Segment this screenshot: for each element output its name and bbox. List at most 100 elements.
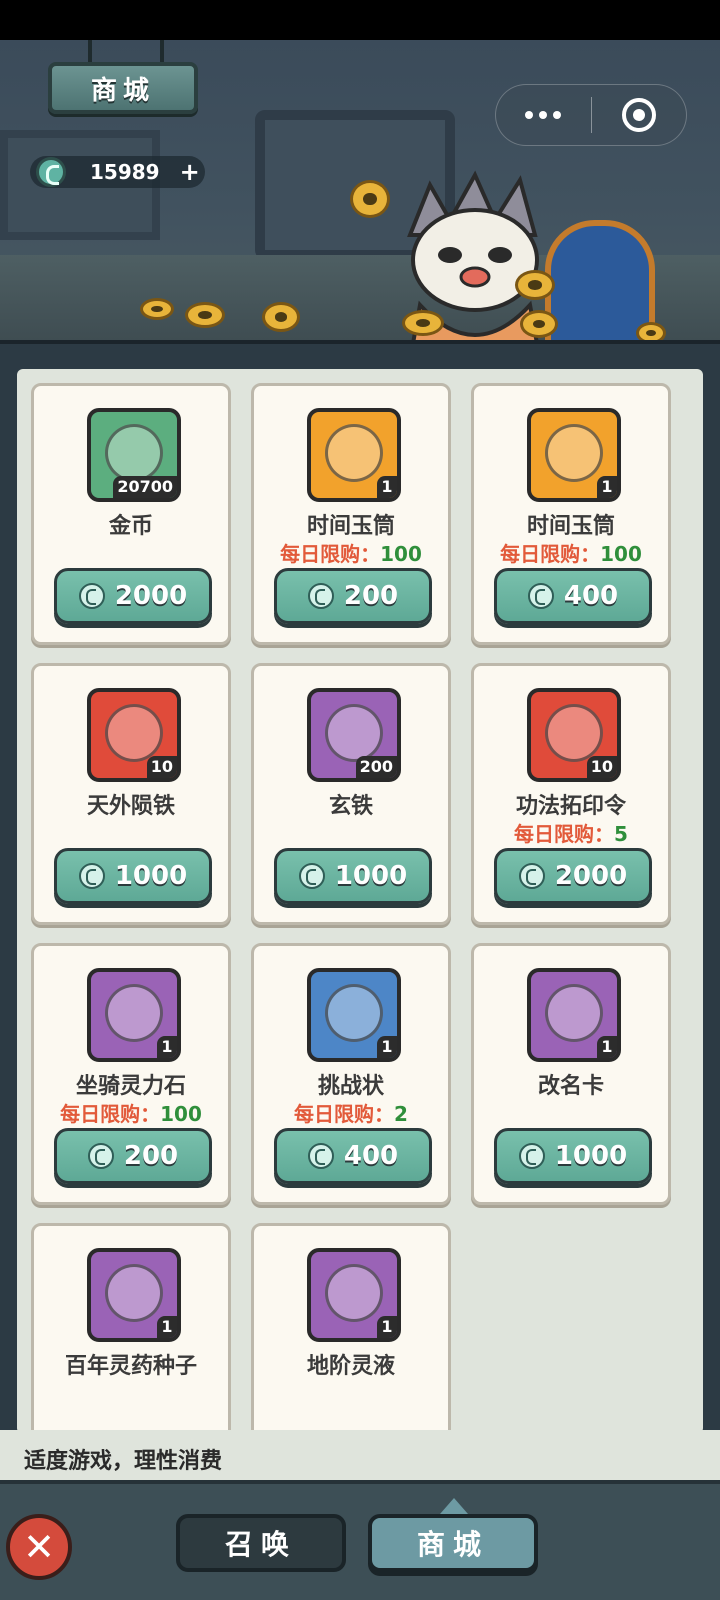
- herb-seed-icon: 1: [87, 1248, 181, 1342]
- shop-item-card[interactable]: 1 时间玉筒每日限购：100 200: [251, 383, 451, 645]
- jade-currency-icon: [78, 863, 105, 889]
- jade-currency-icon: [518, 863, 545, 889]
- elixir-bottle-icon: 1: [307, 1248, 401, 1342]
- daily-limit: 每日限购：5: [474, 818, 668, 847]
- shop-item-card[interactable]: 1 地阶灵液: [251, 1223, 451, 1434]
- buy-button[interactable]: 200: [274, 568, 432, 624]
- buy-price: 400: [563, 581, 619, 611]
- item-quantity: 10: [146, 756, 177, 778]
- shop-item-card[interactable]: 200 玄铁 1000: [251, 663, 451, 925]
- buy-button[interactable]: 2000: [494, 848, 652, 904]
- jade-currency-icon: [518, 1143, 545, 1169]
- item-name: 时间玉筒: [306, 514, 395, 539]
- buy-price: 1000: [114, 861, 188, 891]
- daily-limit-label: 每日限购：: [294, 1102, 395, 1126]
- daily-limit-label: 每日限购：: [280, 542, 381, 566]
- gold-coin-icon: 20700: [87, 408, 181, 502]
- jade-hourglass-icon: 1: [307, 408, 401, 502]
- jade-currency-icon: [527, 583, 554, 609]
- buy-price: 1000: [334, 861, 408, 891]
- buy-button[interactable]: 2000: [54, 568, 212, 624]
- daily-limit-label: 每日限购：: [60, 1102, 161, 1126]
- item-name: 改名卡: [537, 1074, 604, 1099]
- shop-item-card[interactable]: 1 百年灵药种子: [31, 1223, 231, 1434]
- shop-panel: 20700 金币 2000 1 时间玉筒 每日限购：100 200 1 时间玉筒 每日限购：100…: [0, 340, 720, 1480]
- coin-icon: [350, 180, 390, 218]
- currency-amount: 15989: [90, 160, 160, 184]
- notice-text: 适度游戏，理性消费: [20, 1443, 227, 1475]
- currency-display: 15989 +: [30, 156, 205, 188]
- item-name: 时间玉筒: [526, 514, 615, 539]
- item-name: 玄铁: [328, 794, 373, 819]
- sign-rope: [88, 40, 92, 64]
- jade-currency-icon: [78, 583, 105, 609]
- treasure-chest-icon: [545, 220, 655, 340]
- item-quantity: 1: [377, 476, 397, 498]
- shop-item-card[interactable]: 10 天外陨铁 1000: [31, 663, 231, 925]
- coin-icon: [140, 298, 174, 320]
- buy-button[interactable]: 200: [54, 1128, 212, 1184]
- shop-item-card[interactable]: 10 功法拓印令 每日限购：5 2000: [471, 663, 671, 925]
- jade-currency-icon: [36, 157, 66, 187]
- buy-button[interactable]: 1000: [494, 1128, 652, 1184]
- mini-program-capsule: [495, 84, 687, 146]
- item-quantity: 1: [597, 476, 617, 498]
- close-button[interactable]: ✕: [6, 1514, 72, 1580]
- buy-button[interactable]: 1000: [54, 848, 212, 904]
- tab-summon[interactable]: 召唤: [176, 1514, 346, 1572]
- item-name: 金币: [108, 514, 153, 539]
- daily-limit-value: 100: [600, 542, 642, 566]
- daily-limit-label: 每日限购：: [514, 822, 615, 846]
- shop-item-card[interactable]: 1 时间玉筒 每日限购：100 400: [471, 383, 671, 645]
- coin-icon: [520, 310, 558, 338]
- more-dots-icon[interactable]: [496, 111, 591, 119]
- buy-price: 2000: [554, 861, 628, 891]
- shop-item-card[interactable]: 1 挑战状 每日限购：2 400: [251, 943, 451, 1205]
- daily-limit-value: 100: [380, 542, 422, 566]
- daily-limit: 每日限购：100: [474, 538, 668, 567]
- coin-icon: [636, 322, 666, 340]
- buy-button[interactable]: 1000: [274, 848, 432, 904]
- item-name: 坐骑灵力石: [75, 1074, 186, 1099]
- daily-limit-value: 100: [160, 1102, 202, 1126]
- bottom-nav: ✕ 召唤 商城: [0, 1480, 720, 1600]
- buy-price: 400: [343, 1141, 399, 1171]
- jade-currency-icon: [307, 1143, 334, 1169]
- shop-grid[interactable]: 20700 金币 2000 1 时间玉筒 每日限购：100 200 1 时间玉筒 每日限购：100…: [17, 369, 703, 1434]
- page-title: 商城: [48, 62, 198, 114]
- iron-ingot-icon: 200: [307, 688, 401, 782]
- coin-icon: [262, 302, 300, 332]
- shop-item-card[interactable]: 1 坐骑灵力石 每日限购：100 200: [31, 943, 231, 1205]
- item-quantity: 20700: [113, 476, 177, 498]
- shop-item-card[interactable]: 20700 金币 2000: [31, 383, 231, 645]
- item-name: 天外陨铁: [86, 794, 175, 819]
- buy-price: 200: [123, 1141, 179, 1171]
- item-quantity: 1: [377, 1036, 397, 1058]
- item-quantity: 1: [597, 1036, 617, 1058]
- buy-button[interactable]: 400: [494, 568, 652, 624]
- item-quantity: 1: [157, 1316, 177, 1338]
- meteorite-icon: 10: [87, 688, 181, 782]
- daily-limit-label: 每日限购：: [500, 542, 601, 566]
- buy-button[interactable]: 400: [274, 1128, 432, 1184]
- coin-icon: [402, 310, 444, 336]
- item-quantity: 1: [377, 1316, 397, 1338]
- jade-currency-icon: [87, 1143, 114, 1169]
- jade-hourglass-icon: 1: [527, 408, 621, 502]
- jade-currency-icon: [298, 863, 325, 889]
- status-bar: [0, 0, 720, 40]
- daily-limit-value: 5: [614, 822, 628, 846]
- buy-price: 1000: [554, 1141, 628, 1171]
- item-name: 地阶灵液: [306, 1354, 395, 1379]
- buy-price: 200: [343, 581, 399, 611]
- daily-limit: 每日限购：2: [254, 1098, 448, 1127]
- sign-rope: [160, 40, 164, 64]
- target-close-icon[interactable]: [592, 98, 687, 132]
- item-name: 挑战状: [317, 1074, 384, 1099]
- shop-item-card[interactable]: 1 改名卡 1000: [471, 943, 671, 1205]
- coin-icon: [515, 270, 555, 300]
- tab-shop[interactable]: 商城: [368, 1498, 538, 1572]
- add-currency-button[interactable]: +: [180, 158, 200, 186]
- rename-card-icon: 1: [527, 968, 621, 1062]
- daily-limit-value: 2: [394, 1102, 408, 1126]
